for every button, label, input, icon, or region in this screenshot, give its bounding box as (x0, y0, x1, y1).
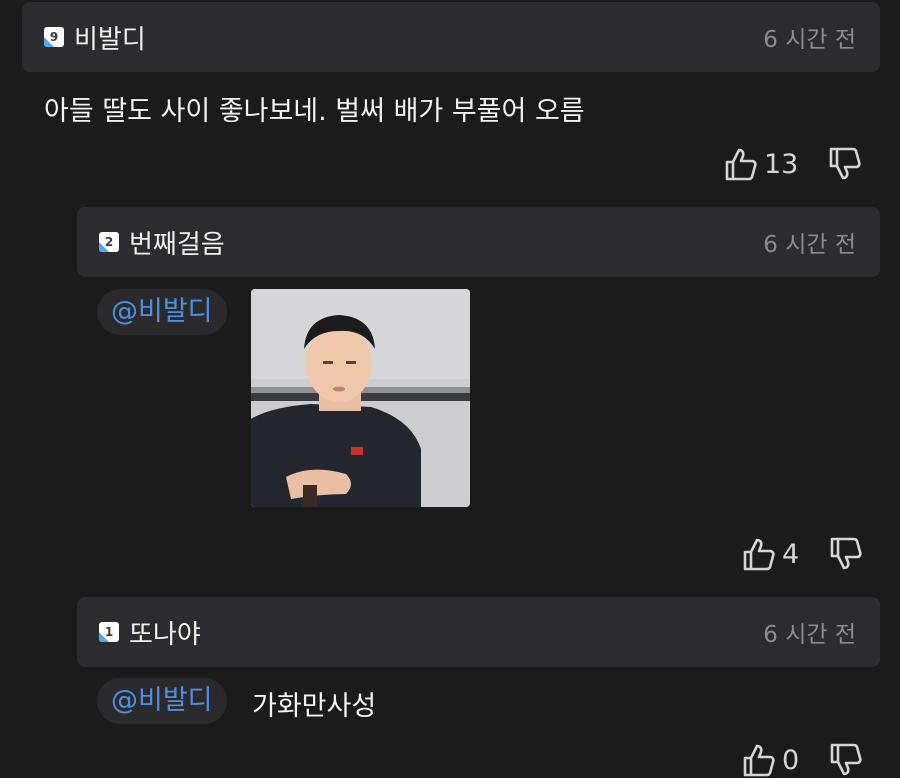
level-badge-icon: 9 (44, 27, 64, 47)
comment-time: 6 시간 전 (763, 232, 856, 258)
thumbs-down-icon[interactable] (829, 742, 863, 778)
author-nickname[interactable]: 또나야 (129, 614, 201, 651)
thumbs-up-icon[interactable] (724, 146, 758, 182)
like-count: 4 (782, 538, 800, 570)
level-badge-icon: 1 (99, 622, 119, 642)
comment-header: 9 비발디 6 시간 전 (22, 2, 880, 72)
like-count: 0 (782, 744, 800, 776)
thumbs-down-icon[interactable] (829, 536, 863, 572)
comment-time: 6 시간 전 (763, 622, 856, 648)
attached-photo[interactable] (251, 289, 470, 507)
reply-header: 2 번째걸음 6 시간 전 (77, 207, 880, 277)
vote-bar: 4 (742, 536, 863, 572)
vote-bar: 13 (724, 146, 862, 182)
like-count: 13 (764, 148, 799, 180)
thumbs-down-icon[interactable] (828, 146, 862, 182)
level-badge-icon: 2 (99, 232, 119, 252)
comment-text: 아들 딸도 사이 좋나보네. 벌써 배가 부풀어 오름 (44, 96, 585, 127)
thumbs-up-icon[interactable] (742, 742, 776, 778)
reply-header: 1 또나야 6 시간 전 (77, 597, 880, 667)
comment-time: 6 시간 전 (763, 27, 856, 53)
mention-tag[interactable]: @비발디 (97, 678, 227, 724)
thumbs-up-icon[interactable] (742, 536, 776, 572)
vote-bar: 0 (742, 742, 863, 778)
author-nickname[interactable]: 비발디 (74, 19, 146, 56)
mention-tag[interactable]: @비발디 (97, 289, 227, 335)
author-nickname[interactable]: 번째걸음 (129, 224, 225, 261)
comment-text: 가화만사성 (252, 691, 377, 722)
